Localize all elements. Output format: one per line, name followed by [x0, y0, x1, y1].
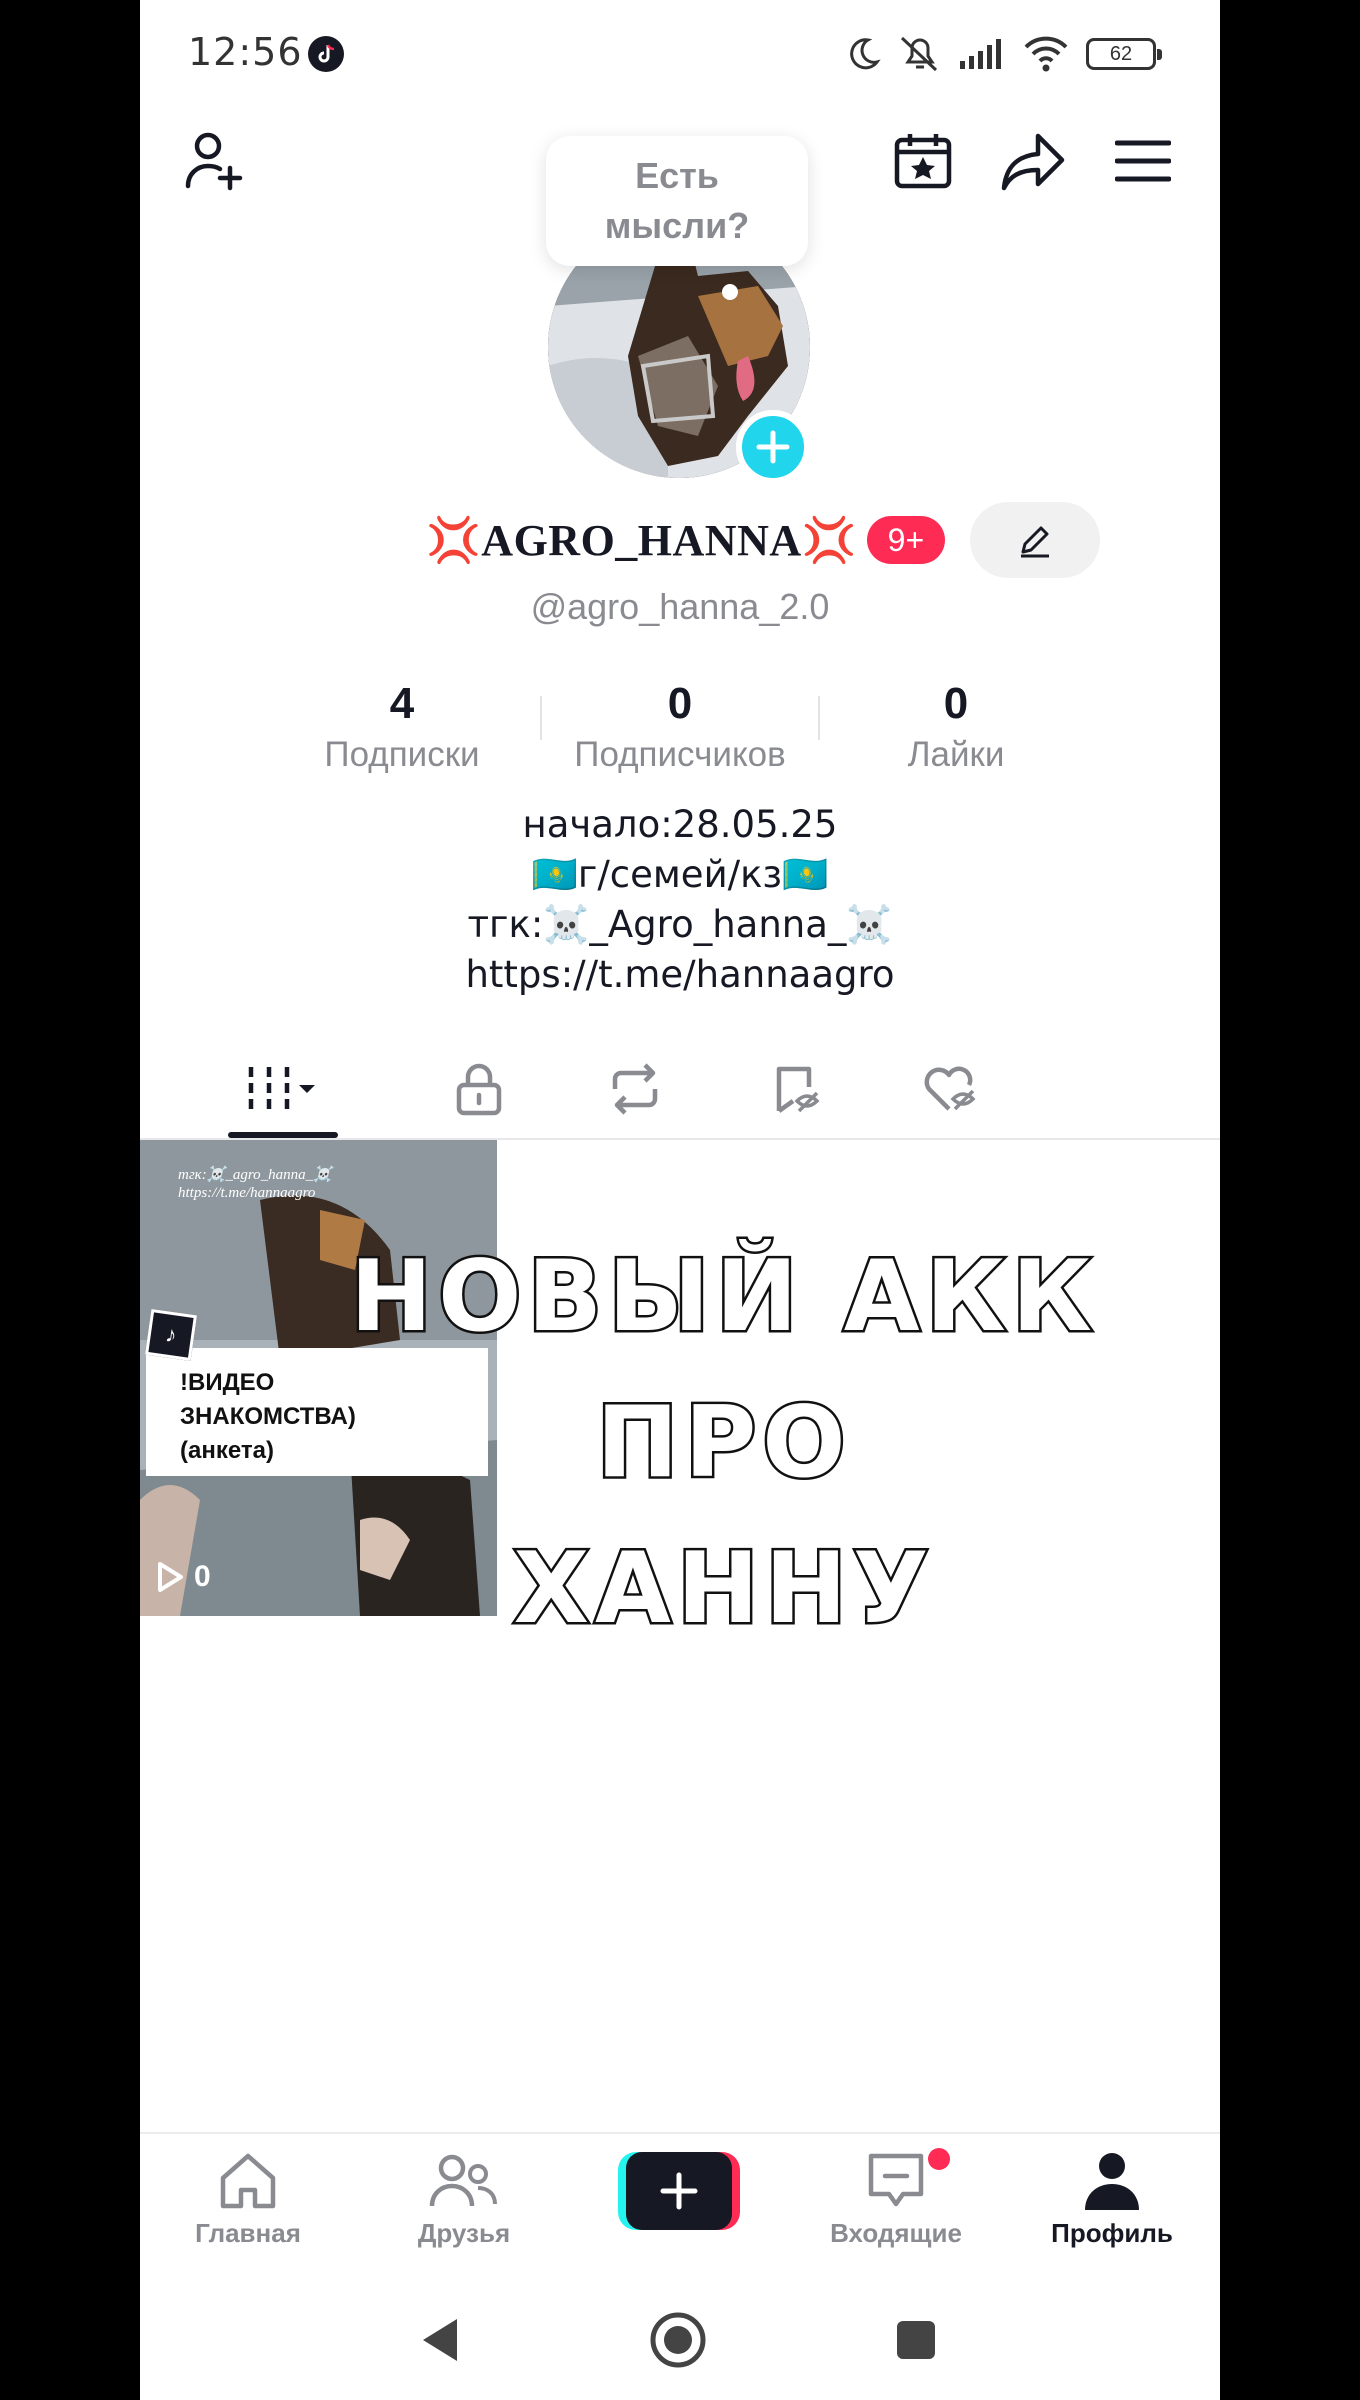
status-time: 12:56: [188, 30, 303, 74]
stat-followers-value: 0: [667, 679, 693, 728]
home-button[interactable]: [648, 2310, 708, 2370]
stat-following[interactable]: 4 Подписки: [262, 676, 542, 778]
profile-name-text: AGRO_HANNA: [481, 516, 802, 565]
tiktok-icon: [308, 36, 344, 72]
plus-icon: [660, 2172, 698, 2210]
signal-icon: [960, 39, 1001, 69]
recents-square-icon: [897, 2321, 935, 2359]
bubble-tail: [722, 284, 738, 300]
video-play-count: 0: [156, 1560, 211, 1594]
status-icons: 62: [844, 32, 1162, 76]
silent-icon: [900, 36, 938, 72]
moon-icon: [850, 38, 881, 70]
tab-liked[interactable]: [906, 1054, 996, 1124]
back-triangle-icon: [423, 2319, 457, 2361]
stat-followers-label: Подписчиков: [574, 735, 786, 774]
inbox-notification-dot: [928, 2148, 950, 2170]
nav-home-label: Главная: [195, 2218, 301, 2248]
tab-private[interactable]: [434, 1054, 524, 1124]
battery-level: 62: [1109, 42, 1133, 65]
nav-profile-label: Профиль: [1051, 2218, 1173, 2248]
add-avatar-button[interactable]: [736, 410, 810, 484]
profile-name-row: 💢AGRO_HANNA💢 9+: [426, 508, 945, 572]
tab-favorites[interactable]: [752, 1054, 842, 1124]
anger-emoji-right: 💢: [801, 516, 857, 565]
inbox-icon: [868, 2153, 924, 2207]
home-circle-icon: [650, 2312, 706, 2368]
heart-hidden-icon: [924, 1066, 976, 1111]
create-button-body: [626, 2152, 732, 2230]
bookmark-hidden-icon: [776, 1066, 820, 1113]
thought-bubble[interactable]: Есть мысли?: [546, 136, 808, 266]
video-top-line: https://t.me/hannaagro: [178, 1185, 316, 1201]
overlay-title: НОВЫЙ АКК ПРО ХАННУ: [314, 1224, 1134, 1662]
tiktok-logo-icon: ♪: [145, 1309, 197, 1361]
profile-tabs: [140, 1040, 1220, 1140]
stat-following-value: 4: [389, 679, 415, 728]
nav-friends-label: Друзья: [417, 2218, 511, 2248]
repost-icon: [612, 1063, 658, 1115]
phone-screen: 12:56 62 Есть мысли? 💢AGRO_HANNA💢 9+ @ag…: [140, 0, 1220, 2400]
bio-line: тгк:☠️_Agro_hanna_☠️: [467, 903, 893, 946]
nav-inbox[interactable]: Входящие: [816, 2150, 976, 2249]
profile-bio: начало:28.05.25 🇰🇿г/семей/кз🇰🇿 тгк:☠️_Ag…: [140, 800, 1220, 1000]
stat-following-label: Подписки: [324, 735, 480, 774]
share-icon[interactable]: [998, 126, 1068, 196]
overlay-title-line: ХАННУ: [511, 1530, 935, 1649]
lock-icon: [456, 1063, 502, 1116]
profile-name: 💢AGRO_HANNA💢: [426, 514, 857, 566]
videos-grid-icon: [248, 1067, 315, 1111]
status-bar: 12:56 62: [140, 0, 1220, 104]
nav-home[interactable]: Главная: [168, 2150, 328, 2249]
overlay-title-line: НОВЫЙ АКК ПРО: [348, 1238, 1098, 1503]
bio-line: 🇰🇿г/семей/кз🇰🇿: [531, 853, 829, 896]
add-friend-icon[interactable]: [180, 126, 250, 196]
bio-link[interactable]: https://t.me/hannaagro: [140, 950, 1220, 1000]
plus-icon: [756, 430, 790, 464]
battery-icon: 62: [1086, 38, 1162, 70]
edit-profile-button[interactable]: [970, 502, 1100, 578]
notification-badge[interactable]: 9+: [866, 516, 945, 564]
video-top-line: тгк:☠️_agro_hanna_☠️: [178, 1167, 332, 1183]
bottom-nav: Главная Друзья Входящие Профиль: [140, 2132, 1220, 2266]
menu-icon[interactable]: [1108, 126, 1178, 196]
profile-handle: @agro_hanna_2.0: [530, 586, 830, 627]
nav-profile[interactable]: Профиль: [1032, 2150, 1192, 2249]
wifi-icon: [1024, 36, 1068, 72]
play-count-value: 0: [194, 1560, 211, 1593]
stat-likes-label: Лайки: [907, 735, 1005, 774]
profile-icon: [1085, 2153, 1139, 2210]
tab-videos[interactable]: [238, 1054, 328, 1124]
home-icon: [220, 2153, 276, 2209]
tab-reposts[interactable]: [590, 1054, 680, 1124]
stat-followers[interactable]: 0 Подписчиков: [540, 676, 820, 778]
create-button[interactable]: [618, 2152, 740, 2230]
stat-likes-value: 0: [943, 679, 969, 728]
video-top-text: тгк:☠️_agro_hanna_☠️ https://t.me/hannaa…: [178, 1166, 332, 1202]
active-tab-indicator: [228, 1132, 338, 1138]
nav-inbox-label: Входящие: [830, 2218, 962, 2248]
thought-bubble-line1: Есть: [635, 155, 719, 196]
anger-emoji-left: 💢: [426, 516, 482, 565]
back-button[interactable]: [410, 2310, 470, 2370]
system-nav-bar: [140, 2266, 1220, 2400]
friends-icon: [429, 2154, 497, 2207]
thought-bubble-line2: мысли?: [604, 205, 750, 246]
stat-likes[interactable]: 0 Лайки: [816, 676, 1096, 778]
pencil-icon: [1021, 526, 1049, 558]
recents-button[interactable]: [886, 2310, 946, 2370]
play-icon: [158, 1562, 183, 1592]
bio-line: начало:28.05.25: [522, 803, 838, 846]
nav-friends[interactable]: Друзья: [384, 2150, 544, 2249]
calendar-star-icon[interactable]: [888, 126, 958, 196]
